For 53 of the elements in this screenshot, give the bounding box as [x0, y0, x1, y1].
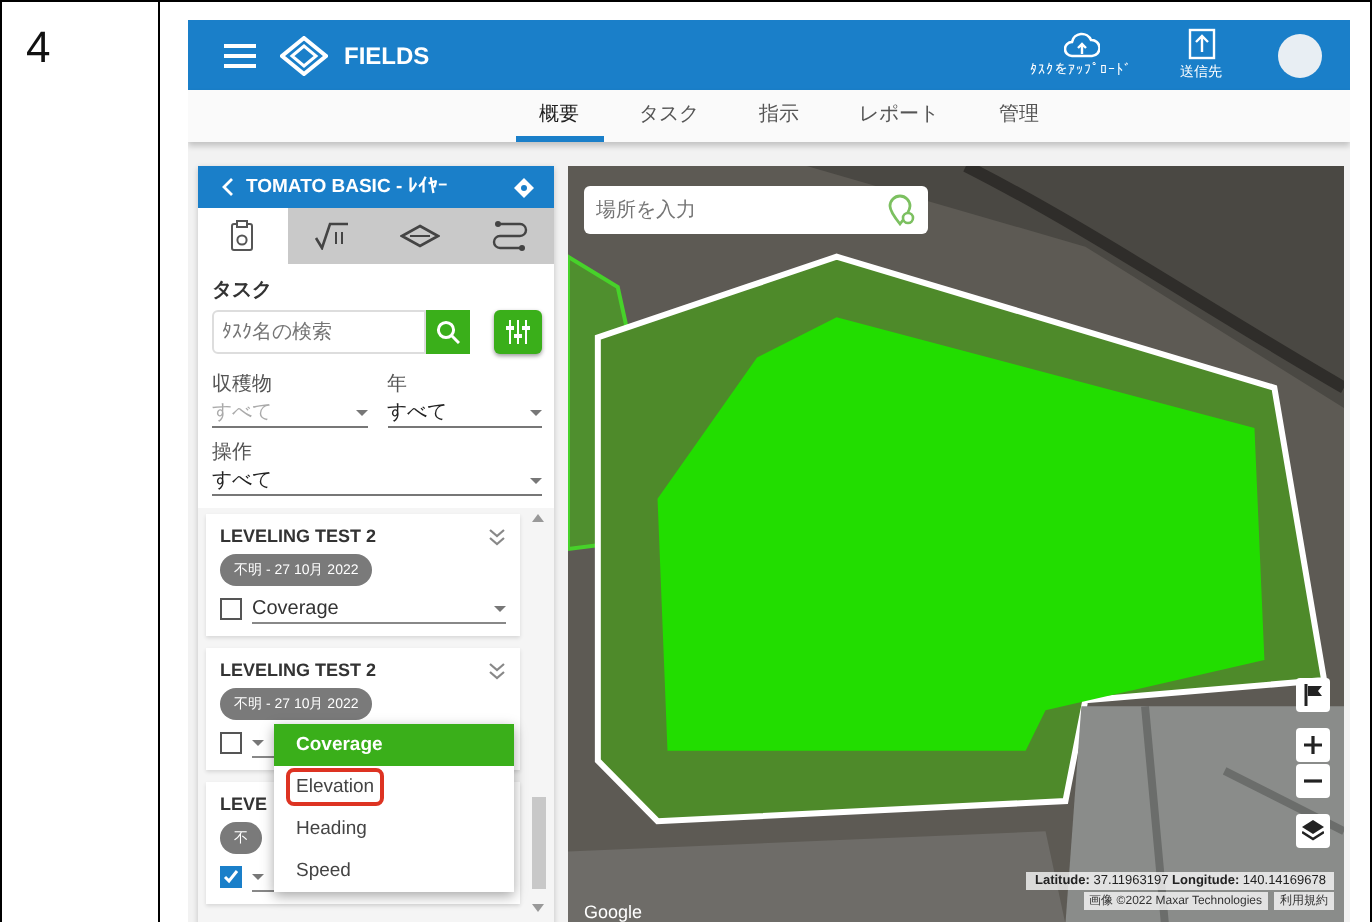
avatar[interactable] — [1278, 33, 1322, 77]
task-title: LEVE — [220, 794, 268, 814]
diamond-logo-icon — [280, 35, 328, 75]
map-logo: Google — [584, 902, 643, 922]
flag-icon — [1303, 684, 1323, 706]
menu-item[interactable]: Speed — [274, 850, 514, 892]
target-icon[interactable] — [514, 177, 534, 197]
task-title: LEVELING TEST 2 — [220, 526, 377, 546]
plus-icon — [1304, 736, 1322, 754]
expand-icon[interactable] — [488, 527, 506, 545]
filter-select[interactable]: すべて — [387, 398, 542, 428]
map-pin-icon[interactable] — [888, 194, 916, 226]
diamond-icon — [400, 224, 441, 248]
section-title: タスク — [212, 278, 274, 304]
sliders-icon — [506, 320, 530, 344]
filter-label: 年 — [387, 372, 409, 398]
nav-tab[interactable]: 管理 — [975, 90, 1063, 142]
menu-item[interactable]: Elevation — [274, 766, 514, 808]
nav-tab[interactable]: 概要 — [515, 90, 603, 142]
clipboard-icon — [230, 220, 255, 252]
nav-tab[interactable]: レポート — [835, 90, 963, 142]
step-number: 4 — [26, 22, 51, 72]
panel-tab[interactable] — [198, 208, 287, 264]
filter-label: 収穫物 — [212, 371, 274, 398]
task-search-field[interactable]: ﾀｽｸ名の検索 — [212, 310, 426, 354]
zoom-in-button[interactable] — [1296, 728, 1330, 762]
search-button[interactable] — [426, 310, 470, 354]
operation-select[interactable]: すべて — [212, 466, 542, 496]
layer-select[interactable]: Coverage — [252, 594, 506, 624]
menu-icon[interactable] — [224, 43, 256, 67]
place-search-field[interactable]: 場所を入力 — [584, 186, 928, 234]
nav-tab[interactable]: 指示 — [735, 90, 823, 142]
filter-label: 操作 — [212, 440, 254, 466]
filter-button[interactable] — [494, 310, 542, 354]
search-icon — [436, 320, 460, 344]
task-checkbox[interactable] — [220, 732, 242, 754]
cloud-upload-icon — [1063, 32, 1099, 60]
layers-button[interactable] — [1296, 814, 1330, 848]
app-brand: FIELDS — [344, 41, 430, 69]
flag-button[interactable] — [1296, 678, 1330, 712]
upload-icon — [1187, 28, 1215, 60]
expand-icon[interactable] — [488, 661, 506, 679]
task-checkbox[interactable] — [220, 598, 242, 620]
panel-title: TOMATO BASIC - ﾚｲﾔｰ — [246, 176, 450, 198]
nav-tab[interactable]: タスク — [615, 90, 723, 142]
back-icon[interactable] — [222, 178, 234, 196]
square-root-icon — [313, 222, 350, 250]
menu-item[interactable]: Heading — [274, 808, 514, 850]
route-icon — [491, 220, 528, 252]
layers-icon — [1302, 820, 1324, 842]
task-title: LEVELING TEST 2 — [220, 660, 377, 680]
zoom-out-button[interactable] — [1296, 764, 1330, 798]
task-checkbox[interactable] — [220, 866, 242, 888]
